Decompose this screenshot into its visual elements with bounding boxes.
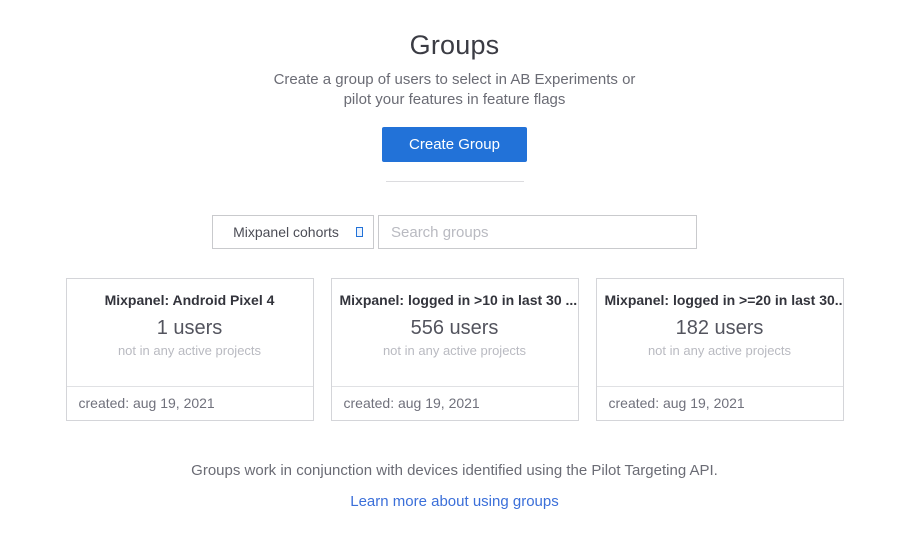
create-group-button-row: Create Group xyxy=(0,127,909,162)
cohort-source-dropdown[interactable]: Mixpanel cohorts xyxy=(212,215,374,249)
footer-link-row: Learn more about using groups xyxy=(0,493,909,511)
footer-info-text: Groups work in conjunction with devices … xyxy=(0,462,909,479)
search-groups-input[interactable] xyxy=(378,215,697,249)
group-card-created: created: aug 19, 2021 xyxy=(67,386,313,420)
learn-more-link[interactable]: Learn more about using groups xyxy=(350,493,558,510)
group-cards-row: Mixpanel: Android Pixel 4 1 users not in… xyxy=(0,278,909,421)
page-subtitle-line-2: pilot your features in feature flags xyxy=(0,90,909,110)
group-card[interactable]: Mixpanel: logged in >=20 in last 30... 1… xyxy=(596,278,844,421)
group-card-created: created: aug 19, 2021 xyxy=(597,386,843,420)
create-group-button[interactable]: Create Group xyxy=(382,127,527,162)
group-card-body: Mixpanel: logged in >10 in last 30 ... 5… xyxy=(332,279,578,386)
groups-page: Groups Create a group of users to select… xyxy=(0,0,909,558)
group-card-users-count: 556 users xyxy=(332,317,578,340)
group-card-users-count: 1 users xyxy=(67,317,313,340)
group-card-created: created: aug 19, 2021 xyxy=(332,386,578,420)
page-subtitle: Create a group of users to select in AB … xyxy=(0,70,909,110)
group-card-users-count: 182 users xyxy=(597,317,843,340)
page-title: Groups xyxy=(0,30,909,61)
page-subtitle-line-1: Create a group of users to select in AB … xyxy=(0,70,909,90)
group-card-body: Mixpanel: logged in >=20 in last 30... 1… xyxy=(597,279,843,386)
group-card-title: Mixpanel: Android Pixel 4 xyxy=(67,292,313,308)
group-card[interactable]: Mixpanel: logged in >10 in last 30 ... 5… xyxy=(331,278,579,421)
group-card[interactable]: Mixpanel: Android Pixel 4 1 users not in… xyxy=(66,278,314,421)
group-card-body: Mixpanel: Android Pixel 4 1 users not in… xyxy=(67,279,313,386)
group-card-title: Mixpanel: logged in >=20 in last 30... xyxy=(597,292,843,308)
filter-controls: Mixpanel cohorts xyxy=(0,215,909,249)
group-card-status: not in any active projects xyxy=(597,343,843,358)
dropdown-indicator-icon xyxy=(356,227,363,237)
group-card-status: not in any active projects xyxy=(332,343,578,358)
header-divider xyxy=(386,181,524,182)
group-card-status: not in any active projects xyxy=(67,343,313,358)
group-card-title: Mixpanel: logged in >10 in last 30 ... xyxy=(332,292,578,308)
cohort-source-dropdown-value: Mixpanel cohorts xyxy=(233,224,353,240)
